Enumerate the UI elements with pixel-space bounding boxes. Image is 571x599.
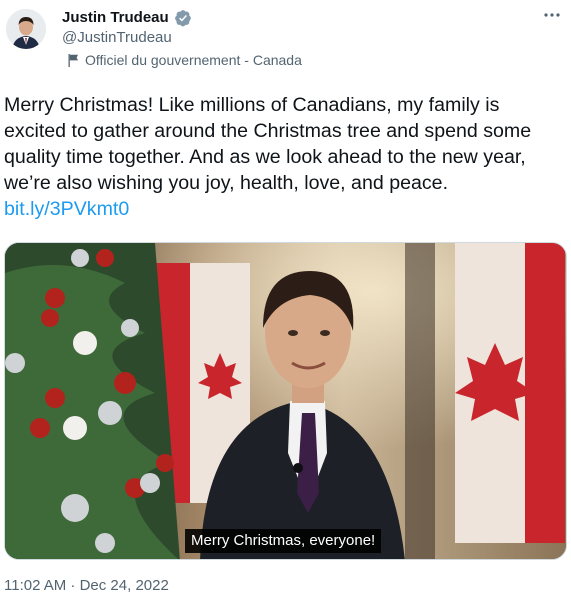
government-label-text: Officiel du gouvernement - Canada <box>85 52 302 68</box>
more-options-button[interactable] <box>541 5 563 25</box>
verified-badge-icon <box>174 10 191 27</box>
video-frame <box>5 243 566 559</box>
flag-icon <box>68 53 78 67</box>
author-display-name[interactable]: Justin Trudeau <box>62 8 169 28</box>
tweet-body: Merry Christmas! Like millions of Canadi… <box>4 94 532 194</box>
canada-flag-right <box>455 243 565 543</box>
ellipsis-icon <box>544 13 560 17</box>
video-caption: Merry Christmas, everyone! <box>185 529 382 553</box>
avatar-image <box>6 9 46 49</box>
christmas-tree <box>5 243 180 559</box>
tweet-timestamp[interactable]: 11:02 AM · Dec 24, 2022 <box>4 576 169 596</box>
avatar[interactable] <box>6 9 46 49</box>
video-player[interactable]: Merry Christmas, everyone! <box>4 242 567 560</box>
government-label[interactable]: Officiel du gouvernement - Canada <box>68 51 302 69</box>
tweet-link[interactable]: bit.ly/3PVkmt0 <box>4 198 129 220</box>
author-handle[interactable]: @JustinTrudeau <box>62 28 172 48</box>
tweet-text: Merry Christmas! Like millions of Canadi… <box>4 92 566 222</box>
